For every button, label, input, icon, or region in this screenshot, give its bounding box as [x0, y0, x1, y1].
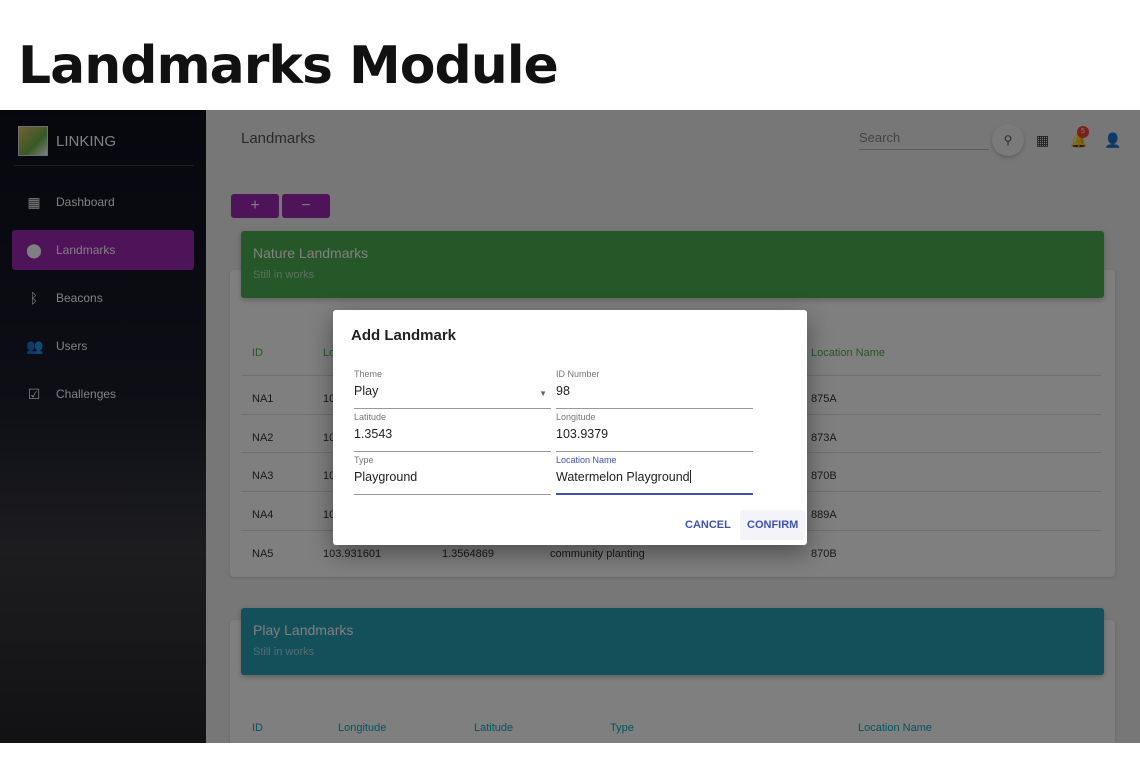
field-label: ID Number — [556, 369, 600, 379]
type-field[interactable]: Type Playground — [354, 455, 551, 495]
field-label: Location Name — [556, 455, 617, 465]
dialog-title: Add Landmark — [351, 327, 457, 344]
slide-title: Landmarks Module — [18, 36, 559, 96]
add-landmark-dialog: Add Landmark Theme Play ▼ ID Number 98 Lati… — [333, 310, 807, 545]
cancel-button[interactable]: CANCEL — [679, 510, 737, 540]
confirm-button[interactable]: CONFIRM — [740, 510, 806, 540]
app-window: LINKING ▦Dashboard ⬤Landmarks ᛒBeacons 👥… — [0, 110, 1140, 743]
field-label: Latitude — [354, 412, 387, 422]
id-number-field[interactable]: ID Number 98 — [556, 369, 753, 409]
field-label: Theme — [354, 369, 383, 379]
field-value: Play — [354, 384, 379, 398]
location-name-field[interactable]: Location Name Watermelon Playground — [556, 455, 753, 495]
text-cursor — [689, 470, 691, 483]
latitude-field[interactable]: Latitude 1.3543 — [354, 412, 551, 452]
dropdown-arrow-icon: ▼ — [539, 389, 547, 398]
field-value: 103.9379 — [556, 427, 609, 441]
field-value: 1.3543 — [354, 427, 393, 441]
field-label: Type — [354, 455, 374, 465]
field-value: 98 — [556, 384, 570, 398]
field-value: Watermelon Playground — [556, 470, 690, 484]
field-value: Playground — [354, 470, 418, 484]
field-label: Longitude — [556, 412, 596, 422]
theme-select[interactable]: Theme Play ▼ — [354, 369, 551, 409]
longitude-field[interactable]: Longitude 103.9379 — [556, 412, 753, 452]
